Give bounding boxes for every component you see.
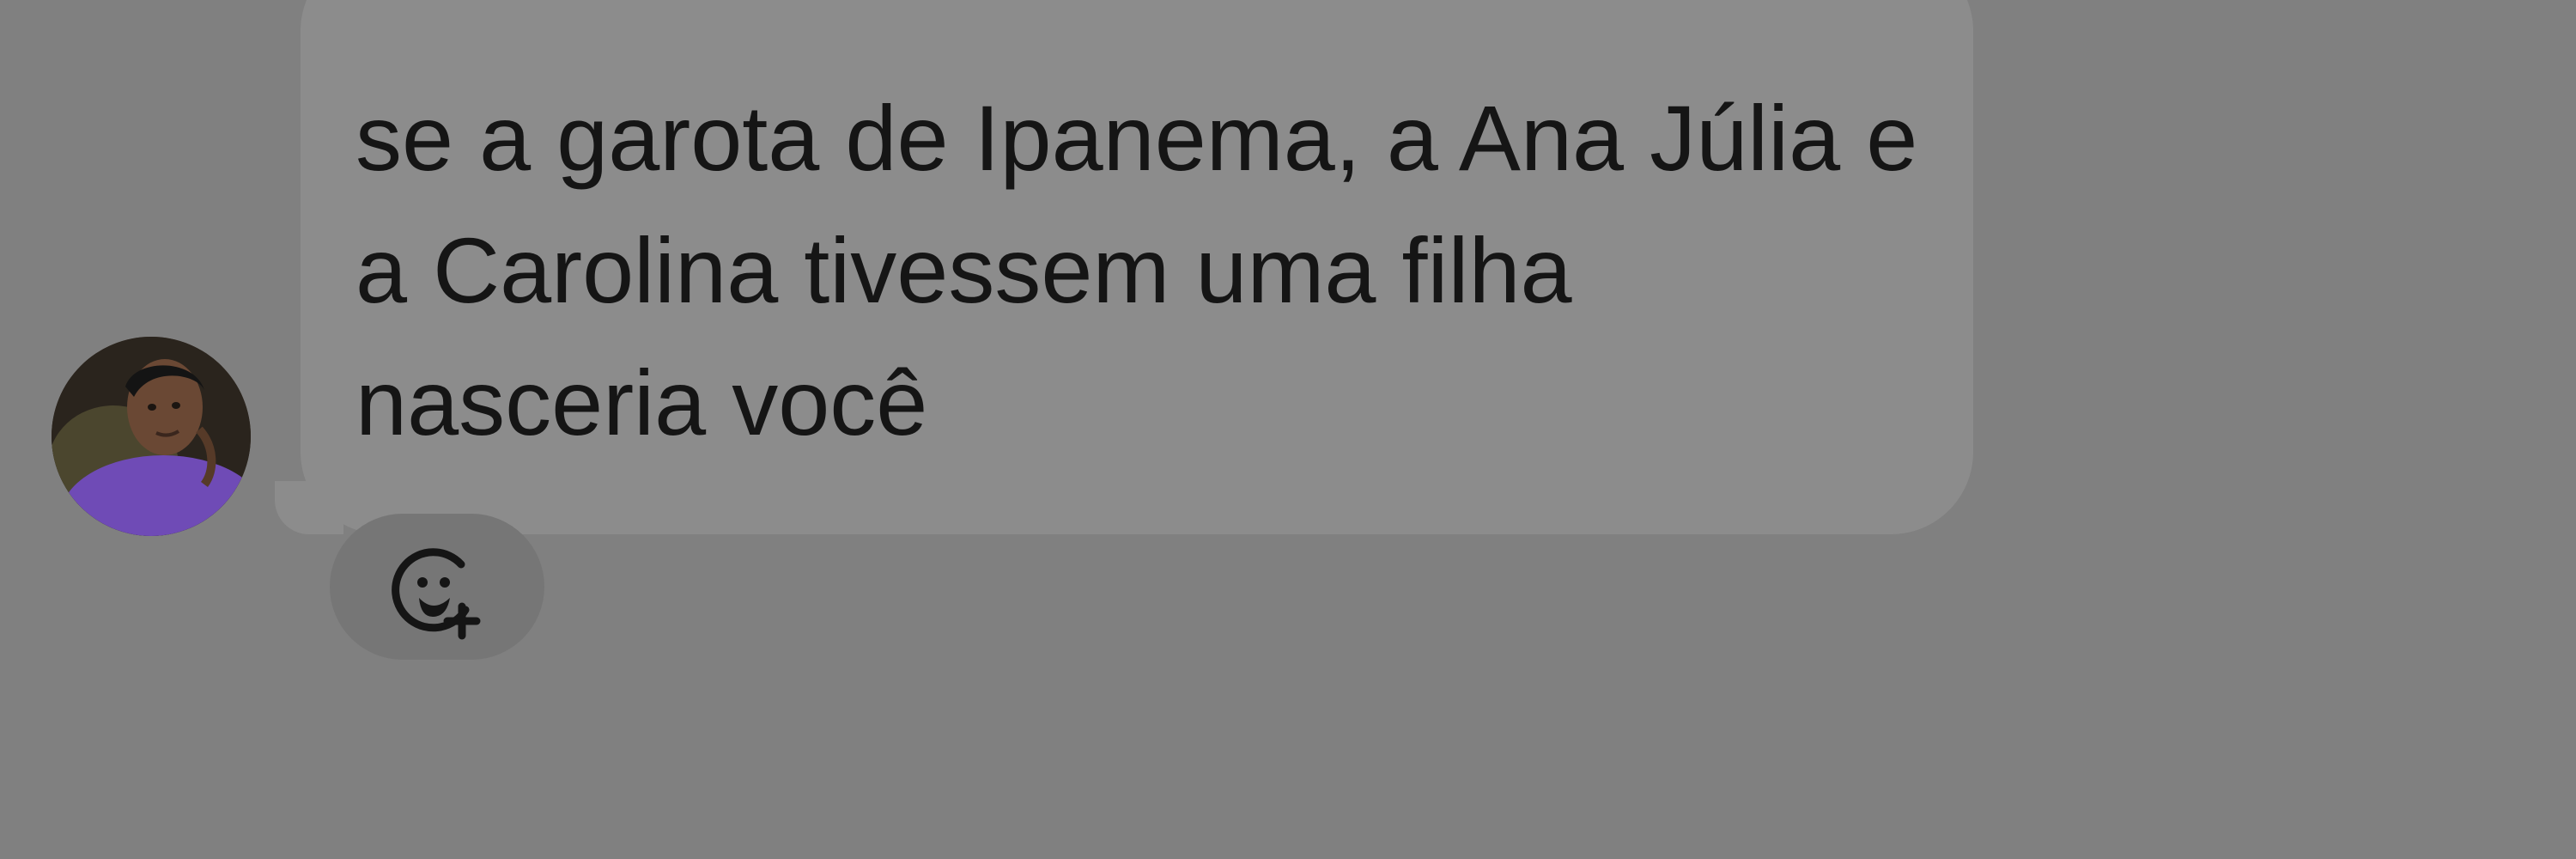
message-text: se a garota de Ipanema, a Ana Júlia e a …: [355, 86, 1918, 454]
sender-avatar[interactable]: [52, 337, 251, 536]
add-reaction-button[interactable]: [330, 514, 544, 660]
add-reaction-icon: [392, 548, 481, 640]
avatar-photo-icon: [52, 337, 251, 536]
message-row: se a garota de Ipanema, a Ana Júlia e a …: [0, 0, 2576, 859]
